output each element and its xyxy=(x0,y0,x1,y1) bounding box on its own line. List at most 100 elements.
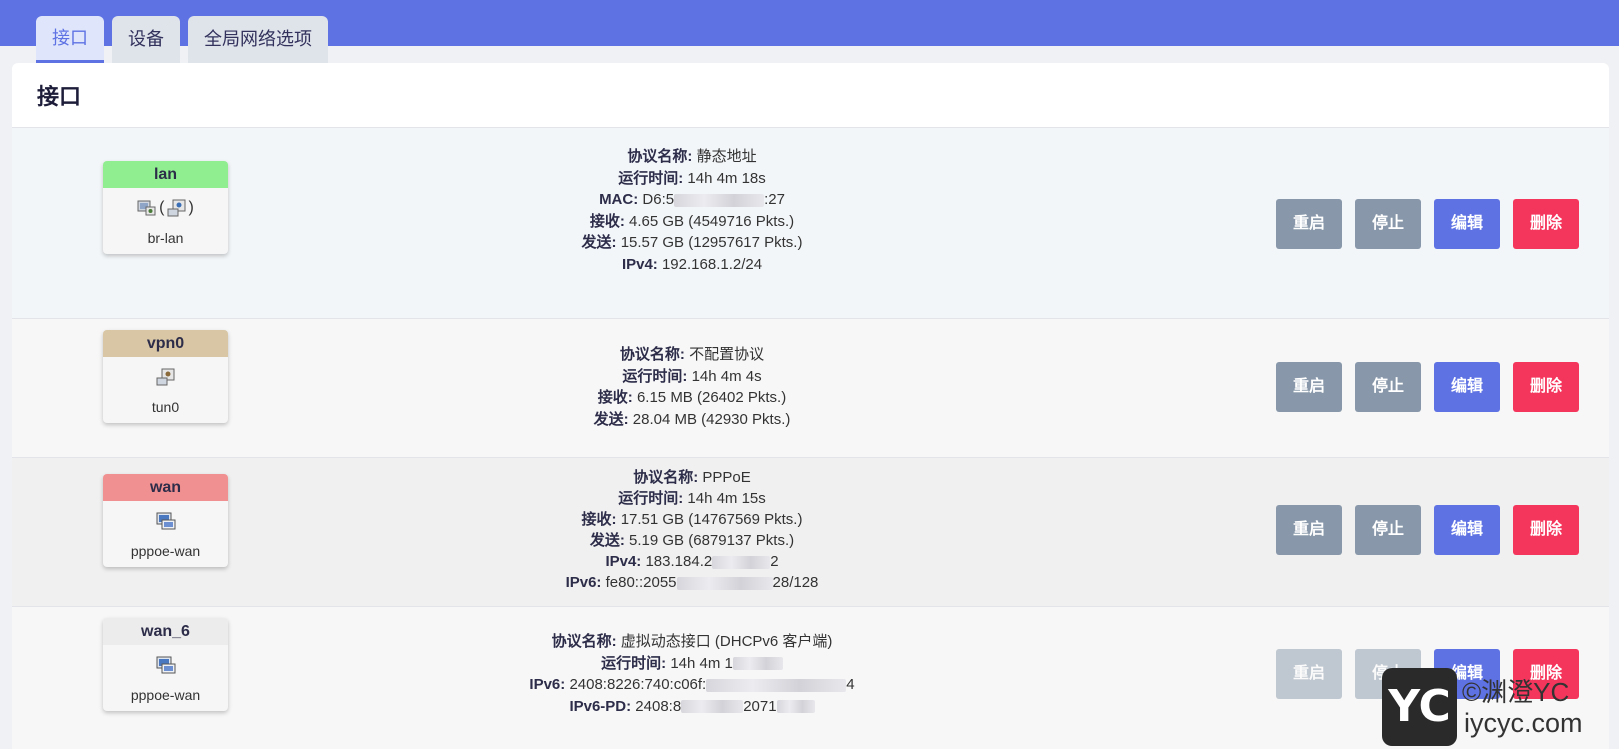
info-key: 运行时间: xyxy=(618,169,684,187)
interface-info-wan6: 协议名称: 虚拟动态接口 (DHCPv6 客户端) 运行时间: 14h 4m 1… xyxy=(412,631,972,717)
info-value: 6.15 MB (26402 Pkts.) xyxy=(636,389,787,406)
info-key: IPv4: xyxy=(621,255,658,273)
redacted-mask xyxy=(732,657,783,671)
restart-button[interactable]: 重启 xyxy=(1276,199,1342,249)
interface-info-vpn0: 协议名称: 不配置协议 运行时间: 14h 4m 4s 接收: 6.15 MB … xyxy=(412,344,972,430)
watermark-site: iycyc.com xyxy=(1464,708,1583,738)
tab-bar: 接口 设备 全局网络选项 xyxy=(36,16,328,63)
info-value: 14h 4m 15s xyxy=(687,490,766,507)
action-buttons-lan: 重启 停止 编辑 删除 xyxy=(1276,199,1579,249)
info-key: 协议名称: xyxy=(627,148,693,165)
info-value: 虚拟动态接口 (DHCPv6 客户端) xyxy=(620,633,833,650)
redacted-mask xyxy=(706,678,847,692)
info-value: 14h 4m 4s xyxy=(691,367,762,385)
info-value: 2408:8 xyxy=(635,697,682,715)
info-key: 运行时间: xyxy=(601,654,667,672)
edit-button[interactable]: 编辑 xyxy=(1434,505,1500,555)
info-key: 发送: xyxy=(589,532,625,549)
network-adapter-icon xyxy=(137,200,156,216)
pppoe-icon xyxy=(156,512,175,530)
device-name: br-lan xyxy=(147,230,184,246)
info-value: 14h 4m 18s xyxy=(687,169,766,187)
info-key: MAC: xyxy=(599,191,639,208)
info-value-tail: 4 xyxy=(846,676,855,693)
interface-icons: ( ) xyxy=(103,188,228,228)
bridge-icon xyxy=(167,199,185,217)
watermark: YC ©渊澄YC iycyc.com xyxy=(1382,668,1619,749)
redacted-mask xyxy=(681,700,744,714)
info-value-tail: 28/128 xyxy=(772,574,819,591)
interface-info-wan: 协议名称: PPPoE 运行时间: 14h 4m 15s 接收: 17.51 G… xyxy=(412,467,972,593)
info-value: 28.04 MB (42930 Pkts.) xyxy=(632,410,791,428)
interface-badge-wan6: wan_6 pppoe-wan xyxy=(103,618,228,711)
interface-badge-vpn0: vpn0 tun0 xyxy=(103,330,228,423)
info-value: 4.65 GB (4549716 Pkts.) xyxy=(629,212,795,230)
info-key: 接收: xyxy=(589,212,625,230)
info-key: 运行时间: xyxy=(622,367,688,385)
info-value: 17.51 GB (14767569 Pkts.) xyxy=(620,511,803,528)
info-value: 不配置协议 xyxy=(689,346,765,363)
tab-global-network-options[interactable]: 全局网络选项 xyxy=(188,16,328,63)
interface-name: vpn0 xyxy=(103,330,228,357)
info-value-tail: 2 xyxy=(770,553,779,570)
info-key: 协议名称: xyxy=(633,469,699,486)
info-key: 发送: xyxy=(593,410,629,428)
info-key: IPv4: xyxy=(605,553,642,570)
info-value: 183.184.2 xyxy=(645,553,713,570)
interface-row-wan: wan pppoe-wan 协议名称: PPPoE 运行时间: 14h 4m 1… xyxy=(12,457,1609,606)
delete-button[interactable]: 删除 xyxy=(1513,199,1579,249)
redacted-mask xyxy=(712,555,771,569)
device-name: pppoe-wan xyxy=(130,687,201,703)
edit-button[interactable]: 编辑 xyxy=(1434,199,1500,249)
interface-badge-lan: lan ( ) br-lan xyxy=(103,161,228,254)
restart-button[interactable]: 重启 xyxy=(1276,505,1342,555)
interface-row-wan6: wan_6 pppoe-wan 协议名称: 虚拟动态接口 (DHCPv6 客户端… xyxy=(12,606,1609,749)
tab-interfaces[interactable]: 接口 xyxy=(36,16,104,63)
info-key: 运行时间: xyxy=(618,490,684,507)
bridge-open-paren: ( xyxy=(159,199,165,216)
info-value: 2408:8226:740:c06f: xyxy=(569,676,707,693)
delete-button[interactable]: 删除 xyxy=(1513,362,1579,412)
redacted-mask xyxy=(674,193,765,207)
network-adapter-icon xyxy=(156,368,174,386)
interface-badge-wan: wan pppoe-wan xyxy=(103,474,228,567)
info-key: 协议名称: xyxy=(619,346,685,363)
restart-button[interactable]: 重启 xyxy=(1276,649,1342,699)
stop-button[interactable]: 停止 xyxy=(1355,199,1421,249)
delete-button[interactable]: 删除 xyxy=(1513,505,1579,555)
bridge-close-paren: ) xyxy=(188,199,194,216)
interface-icons xyxy=(103,357,228,397)
interface-icons xyxy=(103,501,228,541)
info-value: fe80::2055 xyxy=(605,574,677,591)
interface-row-lan: lan ( ) br-lan 协议名称: 静态地址 运行时间: 14h 4m 1… xyxy=(12,127,1609,318)
redacted-mask xyxy=(676,576,773,590)
info-value: 15.57 GB (12957617 Pkts.) xyxy=(620,234,803,251)
tab-devices[interactable]: 设备 xyxy=(112,16,180,63)
edit-button[interactable]: 编辑 xyxy=(1434,362,1500,412)
info-value: 静态地址 xyxy=(696,148,757,165)
info-value-tail: 2071 xyxy=(743,697,777,715)
stop-button[interactable]: 停止 xyxy=(1355,362,1421,412)
info-key: IPv6-PD: xyxy=(569,697,632,715)
info-value: 192.168.1.2/24 xyxy=(661,255,763,273)
watermark-copyright: ©渊澄YC xyxy=(1462,677,1570,707)
stop-button[interactable]: 停止 xyxy=(1355,505,1421,555)
info-value: 14h 4m 1 xyxy=(670,654,733,672)
info-key: 接收: xyxy=(581,511,617,528)
device-name: tun0 xyxy=(151,399,180,415)
page-title: 接口 xyxy=(37,84,82,109)
watermark-logo: YC xyxy=(1382,668,1457,746)
info-value: PPPoE xyxy=(702,469,751,486)
restart-button[interactable]: 重启 xyxy=(1276,362,1342,412)
interfaces-panel: 接口 lan ( ) br-lan 协议名称: 静态地址 运行时间: 14h 4… xyxy=(12,63,1609,749)
action-buttons-wan: 重启 停止 编辑 删除 xyxy=(1276,505,1579,555)
info-key: 协议名称: xyxy=(551,633,617,650)
redacted-mask xyxy=(776,700,815,714)
interface-name: wan_6 xyxy=(103,618,228,645)
info-key: IPv6: xyxy=(565,574,602,591)
interface-info-lan: 协议名称: 静态地址 运行时间: 14h 4m 18s MAC: D6:5:27… xyxy=(412,146,972,275)
interface-name: lan xyxy=(103,161,228,188)
info-key: 发送: xyxy=(581,234,617,251)
pppoe-icon xyxy=(156,656,175,674)
device-name: pppoe-wan xyxy=(130,543,201,559)
